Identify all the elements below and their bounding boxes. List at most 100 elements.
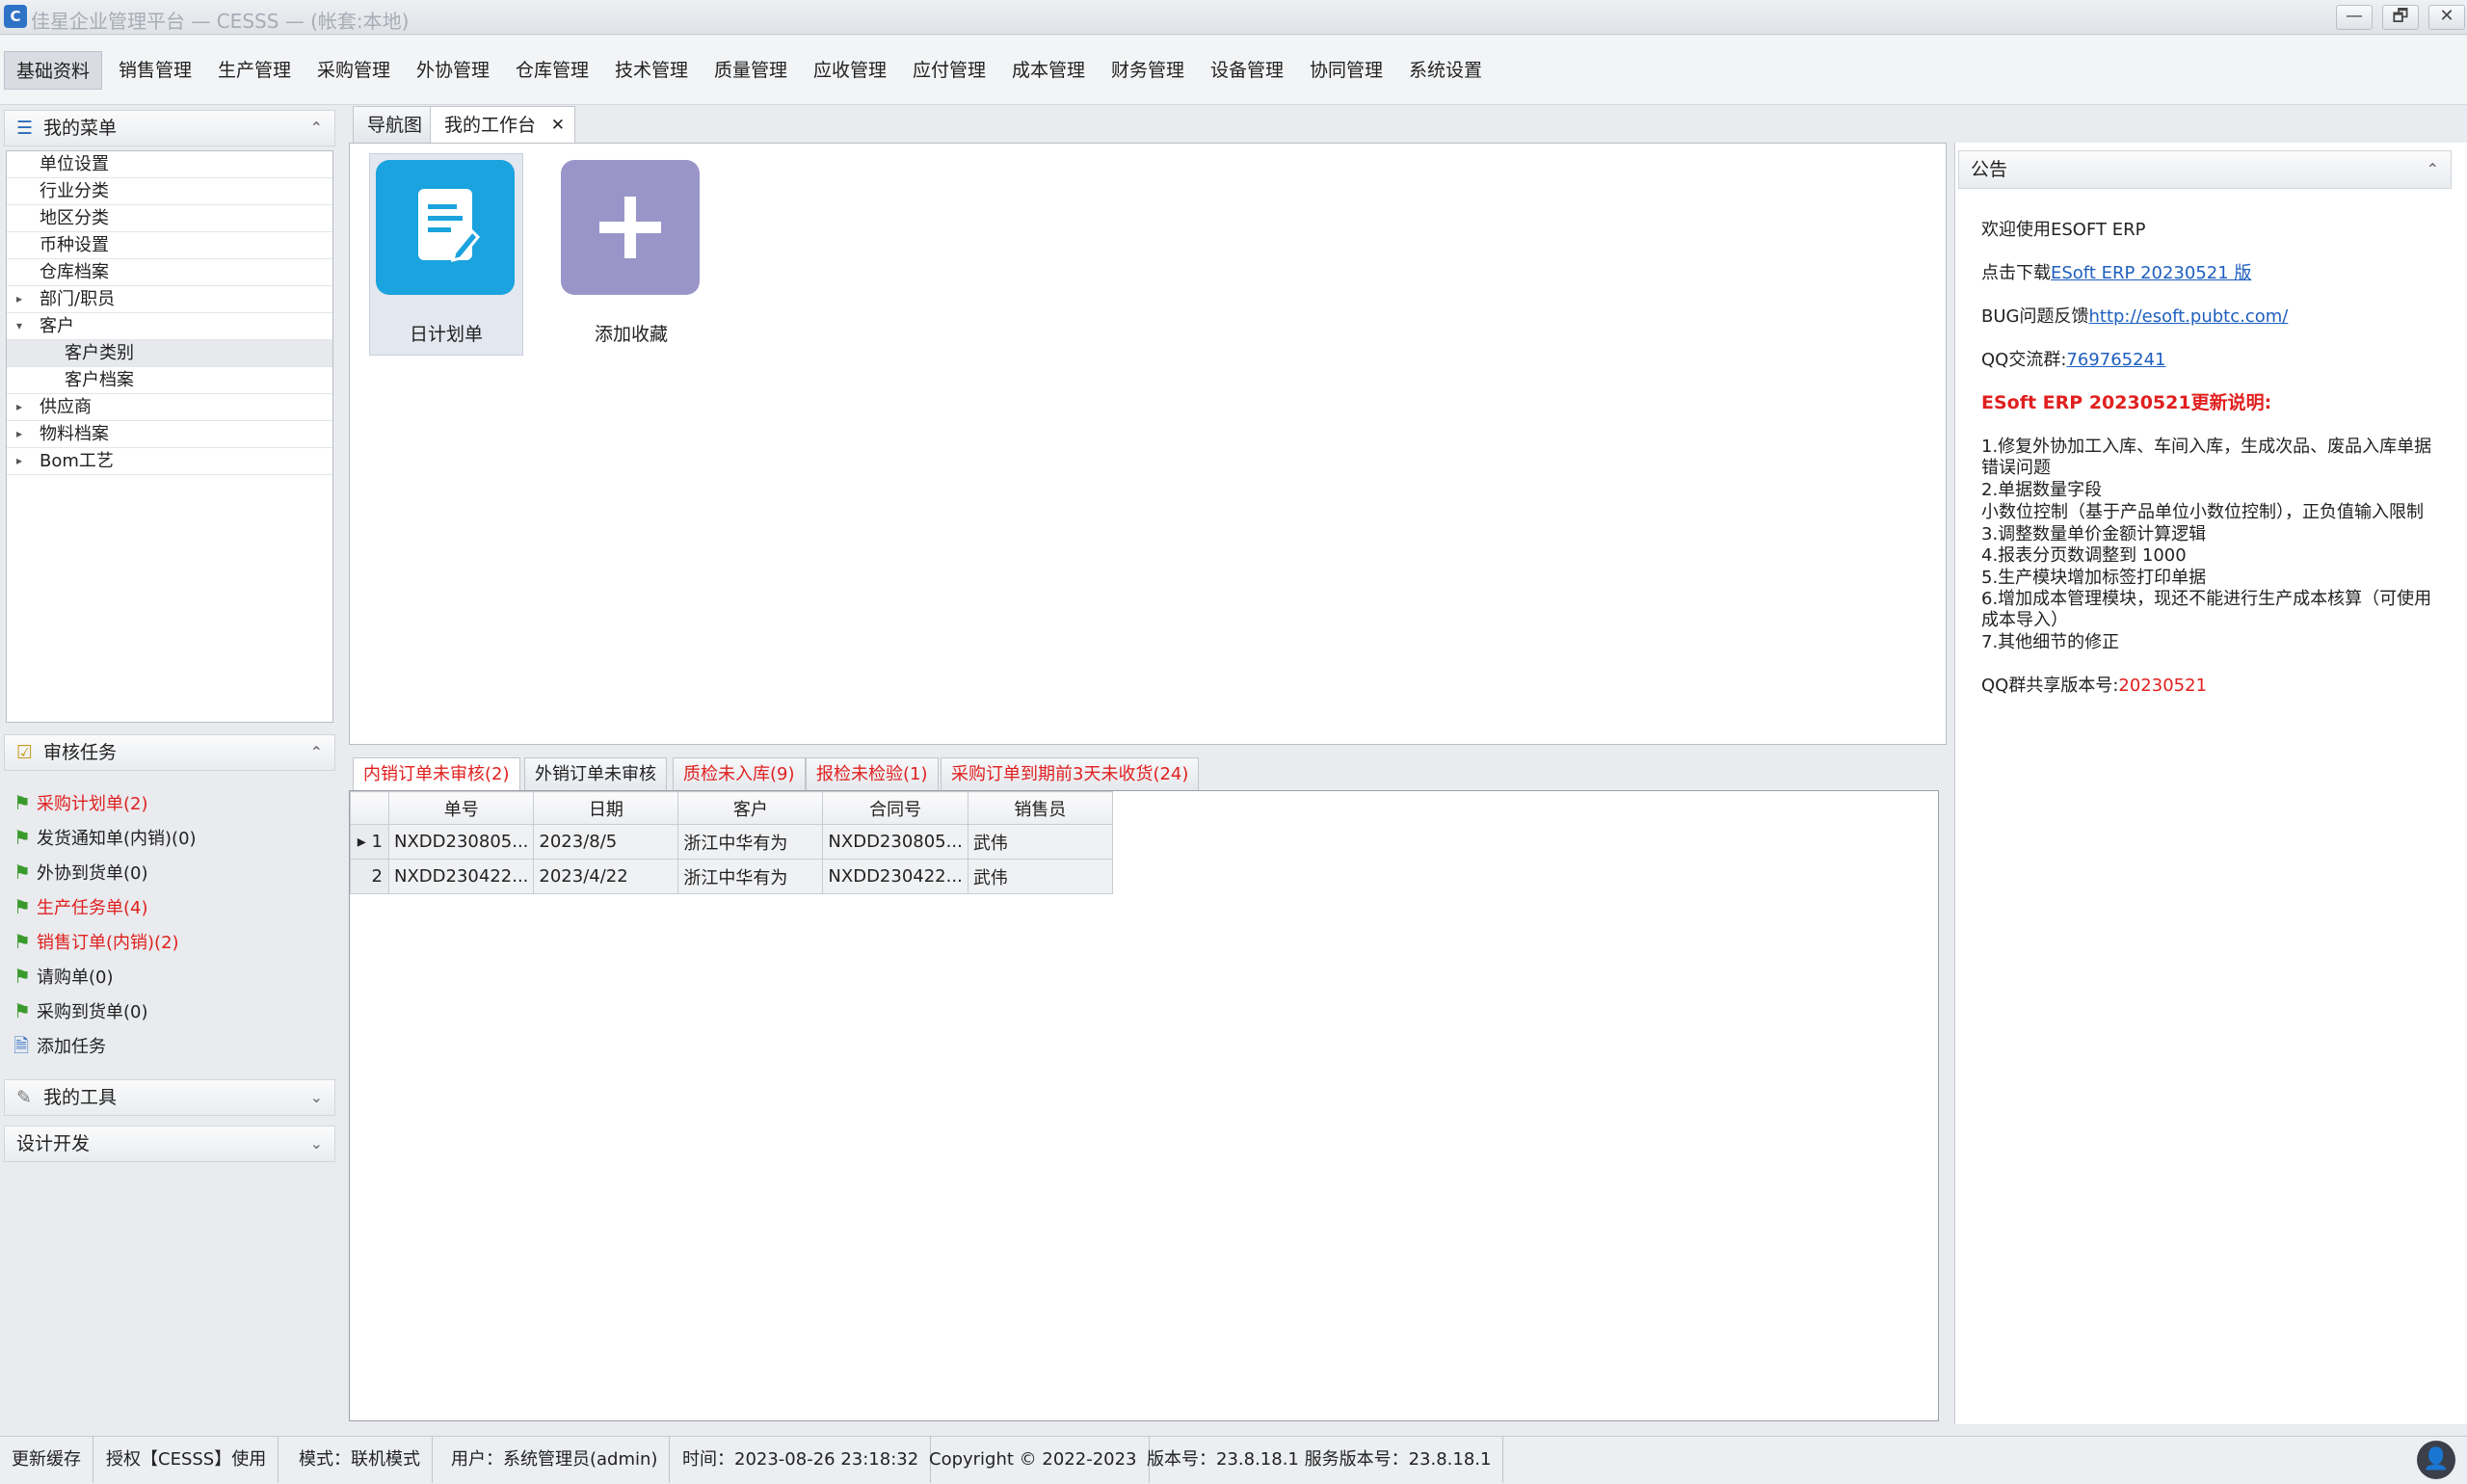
row-header[interactable]: 2	[350, 859, 389, 894]
tab-export-unapproved[interactable]: 外销订单未审核	[524, 757, 667, 790]
chevron-up-icon[interactable]: ⌃	[2427, 151, 2439, 188]
announcement-header[interactable]: 公告 ⌃	[1958, 150, 2452, 189]
menu-payable[interactable]: 应付管理	[901, 51, 997, 90]
cell-customer[interactable]: 浙江中华有为	[677, 824, 824, 860]
menu-collaboration[interactable]: 协同管理	[1298, 51, 1394, 90]
task-sales-order[interactable]: ⚑ 销售订单(内销)(2)	[13, 927, 179, 956]
menu-finance[interactable]: 财务管理	[1100, 51, 1196, 90]
expand-icon[interactable]: ▸	[16, 448, 22, 474]
tile-add-favorite[interactable]: 添加收藏	[554, 153, 708, 356]
close-tab-icon[interactable]: ✕	[551, 107, 565, 144]
design-dev-header[interactable]: 设计开发 ⌄	[4, 1126, 335, 1162]
tree-item-unit[interactable]: 单位设置	[7, 151, 332, 178]
tile-daily-plan[interactable]: 日计划单	[369, 153, 523, 356]
tab-qc-not-stored[interactable]: 质检未入库(9)	[673, 757, 806, 790]
cell-contract-no[interactable]: NXDD230805...	[822, 824, 968, 860]
qq-group-link[interactable]: 769765241	[2066, 350, 2165, 370]
menu-receivable[interactable]: 应收管理	[802, 51, 898, 90]
tree-item-department[interactable]: ▸ 部门/职员	[7, 286, 332, 313]
cell-customer[interactable]: 浙江中华有为	[677, 859, 824, 894]
col-order-no[interactable]: 单号	[387, 791, 535, 825]
tab-inspection-pending[interactable]: 报检未检验(1)	[806, 757, 939, 790]
bug-feedback-link[interactable]: http://esoft.pubtc.com/	[2088, 306, 2288, 327]
add-task-link[interactable]: 🗎 添加任务	[13, 1031, 106, 1060]
audit-tasks-header[interactable]: ☑ 审核任务 ⌃	[4, 734, 335, 771]
user-avatar-icon[interactable]: 👤	[2417, 1441, 2455, 1479]
tree-item-currency[interactable]: 币种设置	[7, 232, 332, 259]
tree-item-customer-category[interactable]: 客户类别	[7, 340, 332, 367]
cell-date[interactable]: 2023/4/22	[533, 859, 679, 894]
window-title: 佳星企业管理平台 — CESSS — (帐套:本地)	[31, 10, 410, 33]
chevron-up-icon[interactable]: ⌃	[310, 111, 323, 146]
main-menu-bar: 基础资料 销售管理 生产管理 采购管理 外协管理 仓库管理 技术管理 质量管理 …	[0, 36, 2467, 105]
expand-icon[interactable]: ▸	[16, 421, 22, 447]
restore-button[interactable]: 🗗	[2382, 5, 2419, 30]
minimize-button[interactable]: —	[2336, 5, 2373, 30]
tree-item-region[interactable]: 地区分类	[7, 205, 332, 232]
task-purchase-request[interactable]: ⚑ 请购单(0)	[13, 962, 114, 991]
chevron-down-icon[interactable]: ⌄	[310, 1080, 323, 1115]
release-note-8: 7.其他细节的修正	[1981, 632, 2120, 652]
task-purchase-arrival[interactable]: ⚑ 采购到货单(0)	[13, 996, 148, 1025]
tab-workbench[interactable]: 我的工作台 ✕	[430, 106, 576, 145]
refresh-cache-button[interactable]: 更新缓存	[0, 1437, 93, 1483]
col-date[interactable]: 日期	[533, 791, 679, 825]
table-row[interactable]: ▸ 1 NXDD230805... 2023/8/5 浙江中华有为 NXDD23…	[350, 824, 1113, 860]
collapse-icon[interactable]: ▾	[16, 313, 22, 339]
table-row[interactable]: 2 NXDD230422... 2023/4/22 浙江中华有为 NXDD230…	[350, 859, 1113, 894]
chevron-down-icon[interactable]: ⌄	[310, 1126, 323, 1161]
col-contract-no[interactable]: 合同号	[822, 791, 968, 825]
tree-item-customer-archive[interactable]: 客户档案	[7, 367, 332, 394]
status-bar: 更新缓存 授权【CESSS】使用 模式：联机模式 用户：系统管理员(admin)…	[0, 1436, 2467, 1484]
menu-system-settings[interactable]: 系统设置	[1397, 51, 1494, 90]
menu-equipment[interactable]: 设备管理	[1199, 51, 1295, 90]
task-production-order[interactable]: ⚑ 生产任务单(4)	[13, 892, 148, 921]
menu-outsourcing[interactable]: 外协管理	[405, 51, 501, 90]
tree-item-warehouse[interactable]: 仓库档案	[7, 259, 332, 286]
menu-warehouse[interactable]: 仓库管理	[504, 51, 600, 90]
tree-item-industry[interactable]: 行业分类	[7, 178, 332, 205]
announcement-panel	[1954, 143, 2467, 1424]
task-shipping-notice[interactable]: ⚑ 发货通知单(内销)(0)	[13, 823, 197, 852]
tab-navigation[interactable]: 导航图	[353, 106, 438, 143]
menu-cost[interactable]: 成本管理	[1000, 51, 1097, 90]
tree-item-bom[interactable]: ▸ Bom工艺	[7, 448, 332, 475]
menu-basic-data[interactable]: 基础资料	[4, 51, 103, 90]
tree-item-supplier[interactable]: ▸ 供应商	[7, 394, 332, 421]
cell-contract-no[interactable]: NXDD230422...	[822, 859, 968, 894]
col-customer[interactable]: 客户	[677, 791, 824, 825]
task-purchase-plan[interactable]: ⚑ 采购计划单(2)	[13, 788, 148, 817]
menu-quality[interactable]: 质量管理	[703, 51, 799, 90]
title-bar: C 佳星企业管理平台 — CESSS — (帐套:本地) — 🗗 ✕	[0, 0, 2467, 35]
cell-date[interactable]: 2023/8/5	[533, 824, 679, 860]
menu-sales[interactable]: 销售管理	[107, 51, 203, 90]
download-link[interactable]: ESoft ERP 20230521 版	[2051, 263, 2251, 283]
menu-list-icon: ☰	[16, 118, 34, 139]
chevron-up-icon[interactable]: ⌃	[310, 735, 323, 770]
tree-item-material[interactable]: ▸ 物料档案	[7, 421, 332, 448]
tab-po-due-not-received[interactable]: 采购订单到期前3天未收货(24)	[941, 757, 1200, 790]
close-window-button[interactable]: ✕	[2428, 5, 2465, 30]
menu-production[interactable]: 生产管理	[206, 51, 303, 90]
cell-order-no[interactable]: NXDD230422...	[387, 859, 535, 894]
clipboard-check-icon: ☑	[16, 742, 34, 763]
row-header[interactable]: ▸ 1	[350, 824, 389, 860]
menu-technology[interactable]: 技术管理	[603, 51, 700, 90]
green-flag-icon: ⚑	[13, 999, 31, 1022]
task-outsourcing-arrival[interactable]: ⚑ 外协到货单(0)	[13, 858, 148, 887]
green-flag-icon: ⚑	[13, 895, 31, 918]
app-logo-icon: C	[4, 5, 27, 28]
cell-order-no[interactable]: NXDD230805...	[387, 824, 535, 860]
cell-salesperson[interactable]: 武伟	[967, 824, 1113, 860]
my-tools-title: 我的工具	[43, 1087, 118, 1108]
green-flag-icon: ⚑	[13, 861, 31, 884]
menu-purchase[interactable]: 采购管理	[305, 51, 402, 90]
my-tools-header[interactable]: ✎ 我的工具 ⌄	[4, 1079, 335, 1116]
expand-icon[interactable]: ▸	[16, 286, 22, 312]
tab-domestic-unapproved[interactable]: 内销订单未审核(2)	[353, 757, 520, 792]
tree-item-customer[interactable]: ▾ 客户	[7, 313, 332, 340]
cell-salesperson[interactable]: 武伟	[967, 859, 1113, 894]
expand-icon[interactable]: ▸	[16, 394, 22, 420]
my-menu-header[interactable]: ☰ 我的菜单 ⌃	[4, 110, 335, 146]
col-salesperson[interactable]: 销售员	[967, 791, 1113, 825]
